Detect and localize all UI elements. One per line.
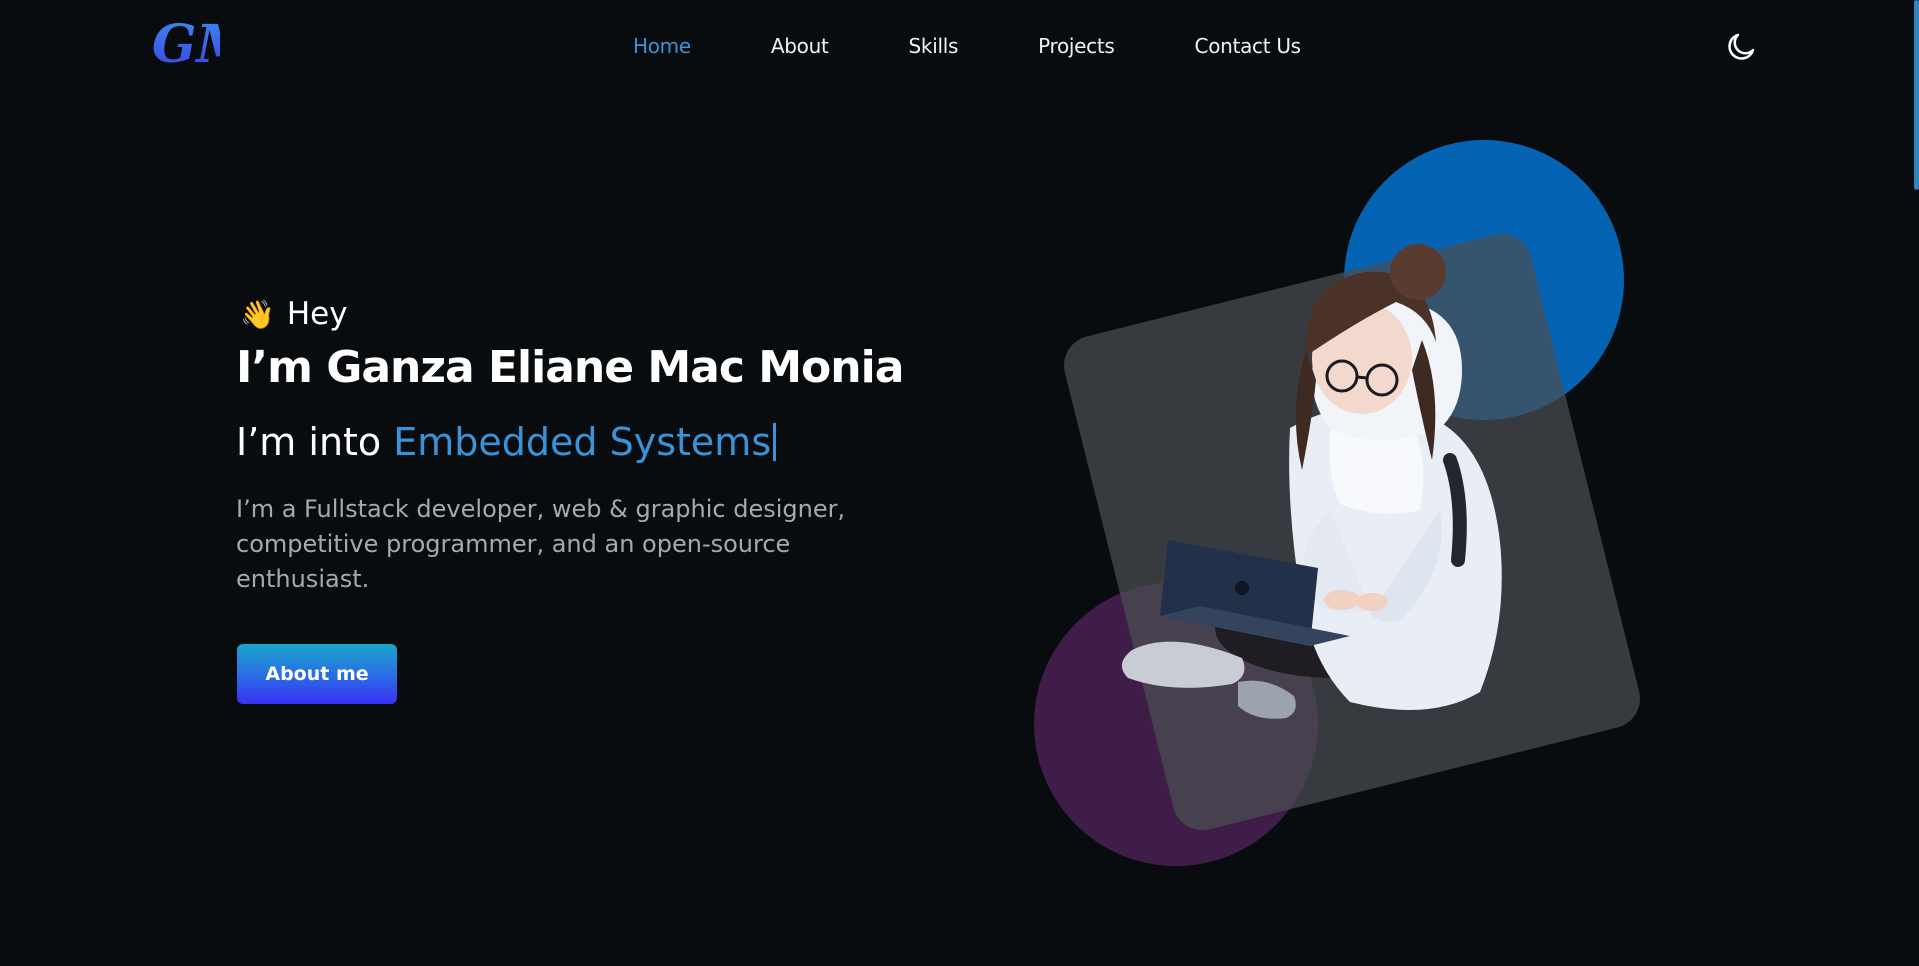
moon-icon	[1728, 33, 1755, 60]
nav-link-home[interactable]: Home	[633, 30, 691, 62]
top-navbar: GM Home About Skills Projects Contact Us	[0, 0, 1919, 92]
hero-bio: I’m a Fullstack developer, web & graphic…	[236, 495, 846, 593]
nav-link-skills[interactable]: Skills	[909, 30, 959, 62]
typed-role-text: Embedded Systems	[393, 420, 772, 464]
about-me-button[interactable]: About me	[237, 644, 397, 704]
waving-hand-icon: 👋	[240, 297, 275, 331]
hero-name-heading: I’m Ganza Eliane Mac Monia	[236, 342, 904, 393]
role-prefix: I’m into	[236, 420, 394, 464]
hero-greeting: 👋 Hey	[240, 296, 348, 332]
main-menu: Home About Skills Projects Contact Us	[633, 30, 1301, 62]
greeting-text: Hey	[286, 296, 348, 332]
nav-link-projects[interactable]: Projects	[1038, 30, 1115, 62]
typing-caret	[773, 423, 777, 461]
hero-role-line: I’m into Embedded Systems	[236, 420, 777, 464]
nav-link-contact-us[interactable]: Contact Us	[1195, 30, 1302, 62]
page-scrollbar-thumb[interactable]	[1914, 0, 1919, 190]
hero-illustration	[1030, 130, 1650, 870]
theme-toggle-button[interactable]	[1724, 30, 1758, 64]
svg-text:GM: GM	[152, 14, 220, 75]
nav-link-about[interactable]: About	[771, 30, 829, 62]
logo[interactable]: GM	[150, 12, 220, 78]
logo-graphic: GM	[152, 14, 220, 75]
